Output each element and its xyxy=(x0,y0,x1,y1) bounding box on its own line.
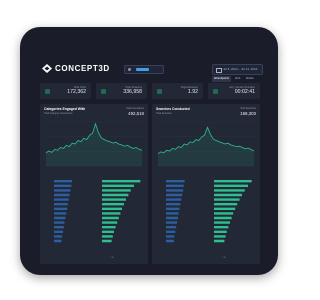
panel-categories: Categories Engaged With Total Category I… xyxy=(40,104,148,264)
dashboard: CONCEPT3D Jul 8, 2024 – Jul 14, 2024 All… xyxy=(36,61,264,265)
pagination[interactable]: ‹ 1 › xyxy=(110,256,114,259)
bar xyxy=(166,235,175,238)
bar xyxy=(166,189,184,192)
kpi-value: 1.92 xyxy=(187,89,198,95)
searches-bar-chart xyxy=(166,180,252,243)
bar xyxy=(102,180,141,183)
bar xyxy=(102,216,119,220)
bar xyxy=(102,203,124,206)
toggle-mobile[interactable]: Mobile xyxy=(246,76,254,82)
bar xyxy=(214,216,232,220)
bar xyxy=(54,212,67,215)
kpi-card-visits: Total Visits 172,362 xyxy=(40,83,91,99)
bar xyxy=(102,184,134,187)
kpi-card-pages: Pages/Session 1.92 xyxy=(152,83,203,99)
bar xyxy=(54,184,72,187)
duration-icon xyxy=(213,89,218,94)
bar xyxy=(166,193,183,197)
logo-icon xyxy=(42,64,52,73)
bar xyxy=(214,230,227,233)
pages-icon xyxy=(157,89,162,94)
bar xyxy=(54,193,70,197)
bar xyxy=(214,193,242,197)
sessions-icon xyxy=(101,89,106,94)
bar xyxy=(102,226,116,229)
app-tile: CONCEPT3D Jul 8, 2024 – Jul 14, 2024 All… xyxy=(20,27,278,275)
bar xyxy=(166,239,174,243)
bar xyxy=(166,207,180,210)
bar xyxy=(166,221,178,224)
bar xyxy=(54,203,68,206)
bar xyxy=(166,180,185,183)
bar xyxy=(214,180,252,183)
calendar-icon xyxy=(216,68,222,73)
toggle-all-endpoints[interactable]: All Endpoints xyxy=(212,76,231,82)
bar xyxy=(166,198,182,201)
bar xyxy=(166,184,184,187)
bar xyxy=(54,230,63,233)
bar xyxy=(214,184,248,187)
bar xyxy=(54,180,72,183)
visits-icon xyxy=(45,89,50,94)
bar xyxy=(214,221,230,224)
bar xyxy=(102,235,113,238)
bar xyxy=(102,198,126,201)
bar xyxy=(102,212,121,215)
endpoint-toggles: All Endpoints Web Mobile xyxy=(212,76,262,82)
bar xyxy=(214,207,236,210)
bar xyxy=(54,239,62,243)
bar xyxy=(54,207,68,210)
bar xyxy=(166,203,181,206)
brand-name: CONCEPT3D xyxy=(55,64,110,73)
bar xyxy=(102,193,129,197)
top-bar: CONCEPT3D Jul 8, 2024 – Jul 14, 2024 xyxy=(36,61,264,77)
bar xyxy=(214,239,225,243)
bar xyxy=(54,235,63,238)
kpi-card-duration: Avg. Session Duration 00:02:41 xyxy=(208,83,260,99)
kpi-card-sessions: Total Sessions 336,958 xyxy=(96,83,147,99)
bar xyxy=(166,216,178,220)
bar xyxy=(214,189,245,192)
search-icon xyxy=(128,68,131,71)
kpi-value: 172,362 xyxy=(67,89,86,95)
bar xyxy=(54,221,65,224)
bar xyxy=(102,189,131,192)
bar xyxy=(102,239,112,243)
bar xyxy=(54,216,66,220)
bar xyxy=(102,207,122,210)
kpi-value: 336,958 xyxy=(123,89,142,95)
bar xyxy=(166,230,176,233)
bar xyxy=(214,226,229,229)
bar xyxy=(214,212,234,215)
bar xyxy=(214,235,226,238)
date-range-text: Jul 8, 2024 – Jul 14, 2024 xyxy=(223,67,258,71)
pagination[interactable]: ‹ 1 › xyxy=(222,256,226,259)
bar xyxy=(166,226,177,229)
toggle-web[interactable]: Web xyxy=(235,76,240,82)
bar xyxy=(102,230,114,233)
date-range-picker[interactable]: Jul 8, 2024 – Jul 14, 2024 xyxy=(212,64,263,75)
bar xyxy=(54,226,64,229)
bar xyxy=(54,198,69,201)
kpi-value: 00:02:41 xyxy=(234,89,255,95)
categories-bar-chart xyxy=(54,180,141,243)
bar xyxy=(214,203,238,206)
panel-searches: Searches Conducted Total Searches Total … xyxy=(152,104,260,264)
bar xyxy=(102,221,118,224)
bar xyxy=(214,198,240,201)
bar xyxy=(166,212,179,215)
search-input[interactable] xyxy=(124,65,164,74)
search-chip[interactable] xyxy=(136,68,149,71)
bar xyxy=(54,189,71,192)
